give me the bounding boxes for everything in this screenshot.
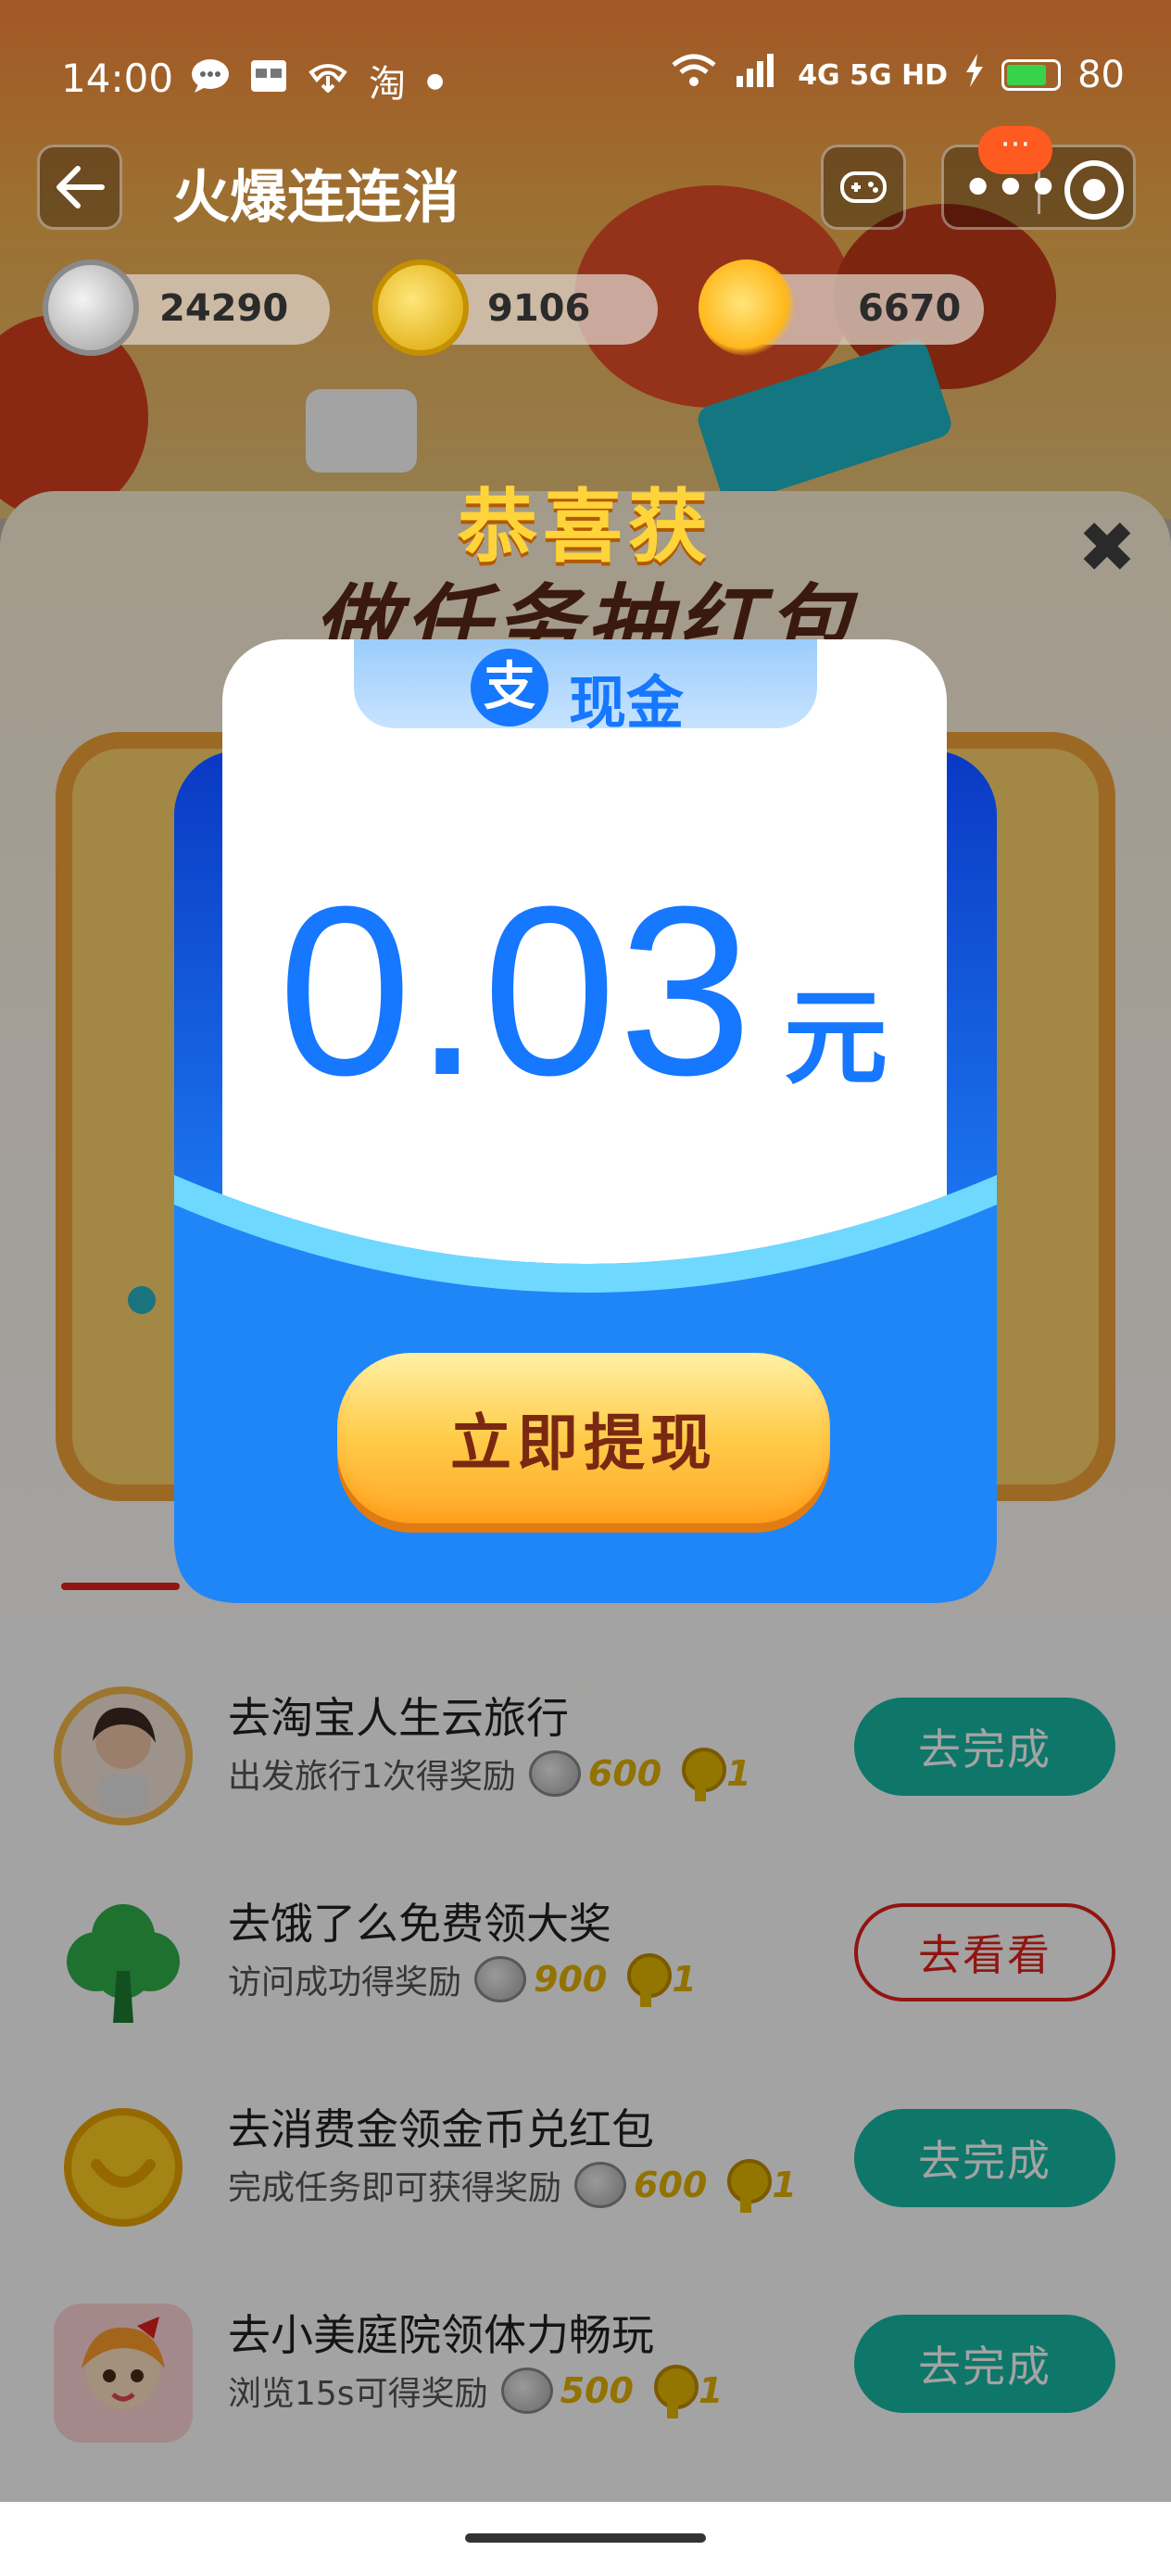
gold-value: 9106: [487, 287, 591, 330]
network-label: 4G 5G HD: [798, 58, 949, 92]
sun-icon: [699, 259, 795, 356]
battery-percent: 80: [1077, 54, 1125, 96]
gamepad-button[interactable]: [821, 145, 906, 230]
home-indicator[interactable]: [465, 2533, 706, 2543]
close-miniapp-button[interactable]: [1064, 160, 1124, 220]
capsule-divider: [1038, 166, 1040, 214]
chat-bubble-icon: [191, 58, 230, 103]
battery-icon: [1001, 59, 1062, 91]
card-icon: [250, 59, 287, 102]
status-right: 4G 5G HD 80: [672, 54, 1125, 96]
close-icon[interactable]: ✖: [1075, 512, 1140, 583]
cash-amount: 0.03: [278, 857, 755, 1126]
gold-coin-icon: [372, 259, 469, 356]
energy-value: 6670: [858, 287, 962, 330]
alipay-logo-icon: 支: [471, 649, 548, 726]
back-button[interactable]: [37, 145, 122, 230]
taobao-icon: 淘: [369, 63, 406, 106]
withdraw-label: 立即提现: [450, 1408, 717, 1479]
notification-badge: ···: [978, 126, 1052, 174]
silver-coin-icon: [43, 259, 139, 356]
cash-unit: 元: [784, 979, 888, 1099]
gamepad-icon: [840, 171, 887, 203]
silver-value: 24290: [159, 287, 289, 330]
wifi-icon: [672, 54, 716, 96]
call-icon: [308, 59, 348, 102]
page-title: 火爆连连消: [172, 163, 460, 231]
charging-icon: [964, 54, 985, 96]
status-left-icons: 淘 ●: [191, 54, 444, 107]
signal-icon: [733, 54, 781, 96]
cash-label: 现金: [569, 669, 685, 737]
dot-indicator: ●: [426, 69, 445, 93]
dialog-heading: 恭喜获: [458, 481, 713, 574]
status-time: 14:00: [61, 56, 174, 101]
withdraw-button[interactable]: 立即提现: [337, 1353, 830, 1523]
arrow-left-icon: [57, 166, 105, 208]
